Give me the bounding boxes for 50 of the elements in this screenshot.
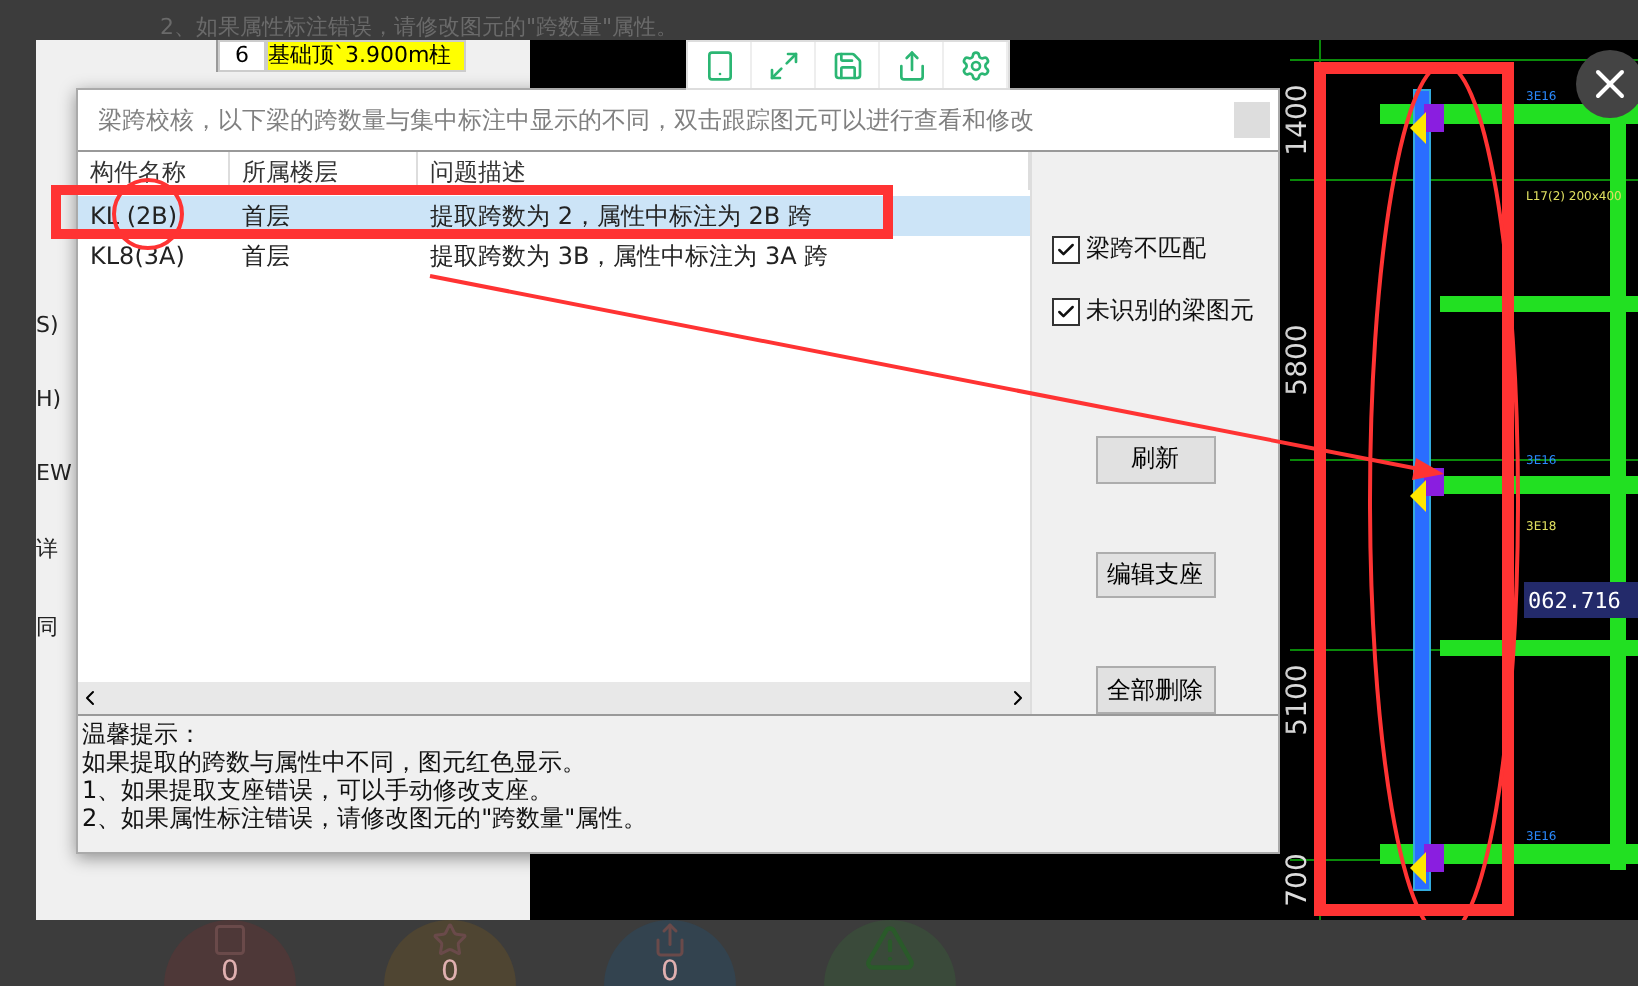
- checkbox[interactable]: [1052, 235, 1080, 263]
- share-icon: [895, 49, 927, 81]
- count-label: 0: [661, 958, 679, 986]
- tips-heading: 温馨提示：: [82, 720, 204, 748]
- side-label: S): [36, 312, 61, 338]
- row-number: 6: [218, 40, 266, 72]
- warning-icon: [864, 922, 916, 974]
- filter-checkbox[interactable]: 未识别的梁图元: [1052, 294, 1254, 328]
- round-button[interactable]: 0: [604, 920, 736, 986]
- tablet-icon: [703, 49, 735, 81]
- action-button[interactable]: 编辑支座: [1095, 551, 1215, 599]
- checkbox-label: 梁跨不匹配: [1086, 232, 1206, 266]
- dimension-label: 700: [1282, 853, 1314, 907]
- filter-checkbox[interactable]: 梁跨不匹配: [1052, 232, 1206, 266]
- round-button[interactable]: 0: [384, 920, 516, 986]
- list-cell-text: 提取跨数为 2，属性中标注为 2B 跨: [428, 199, 814, 233]
- table-cell: 基础顶`3.900m柱: [266, 40, 466, 72]
- side-label: EW: [36, 460, 68, 486]
- checkbox-label: 未识别的梁图元: [1086, 294, 1254, 328]
- expand-icon: [767, 49, 799, 81]
- action-button[interactable]: 全部删除: [1095, 666, 1215, 715]
- horizontal-scrollbar[interactable]: [78, 682, 1030, 714]
- list-cell-text: 首层: [240, 239, 292, 273]
- check-icon: [1056, 239, 1076, 259]
- column-header: 问题描述: [418, 152, 1030, 190]
- dimension-label: 5100: [1282, 664, 1314, 736]
- coordinate-readout: [1524, 582, 1638, 618]
- list-cell-text: 提取跨数为 3B，属性中标注为 3A 跨: [428, 239, 831, 273]
- count-label: 0: [221, 958, 239, 986]
- save-icon: [831, 49, 863, 81]
- dimension-label: 5800: [1282, 324, 1314, 396]
- dimension-label: 1400: [1282, 84, 1314, 156]
- tip-text: 如果提取的跨数与属性中不同，图元红色显示。: [82, 748, 588, 776]
- tip-text: 2、如果属性标注错误，请修改图元的"跨数量"属性。: [82, 804, 650, 832]
- counter-icon: [212, 922, 248, 958]
- counter-icon: [652, 922, 688, 958]
- check-icon: [1056, 301, 1076, 321]
- settings-icon: [959, 49, 991, 81]
- side-label: H): [36, 386, 64, 412]
- counter-icon: [432, 922, 468, 958]
- column-header: 所属楼层: [230, 152, 418, 190]
- list-cell-text: 首层: [240, 199, 292, 233]
- dialog-title: 梁跨校核，以下梁的跨数量与集中标注中显示的不同，双击跟踪图元可以进行查看和修改: [98, 103, 1034, 137]
- checkbox[interactable]: [1052, 297, 1080, 325]
- side-label: 同: [36, 612, 60, 642]
- side-label: 详: [36, 534, 60, 564]
- count-label: 0: [441, 958, 459, 986]
- round-button[interactable]: 0: [164, 920, 296, 986]
- tip-text: 1、如果提取支座错误，可以手动修改支座。: [82, 776, 556, 804]
- action-button[interactable]: 刷新: [1095, 436, 1215, 484]
